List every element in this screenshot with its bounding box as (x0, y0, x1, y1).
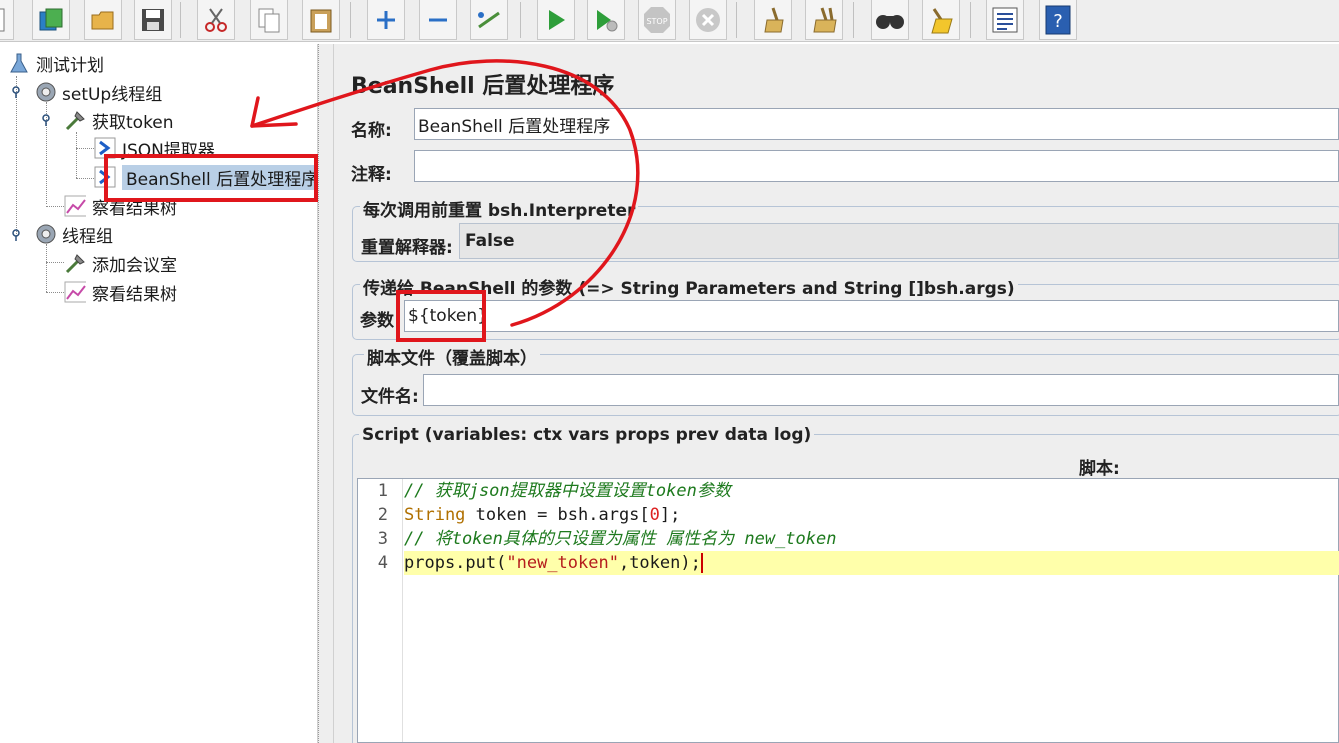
annotation-arrow (250, 59, 640, 327)
